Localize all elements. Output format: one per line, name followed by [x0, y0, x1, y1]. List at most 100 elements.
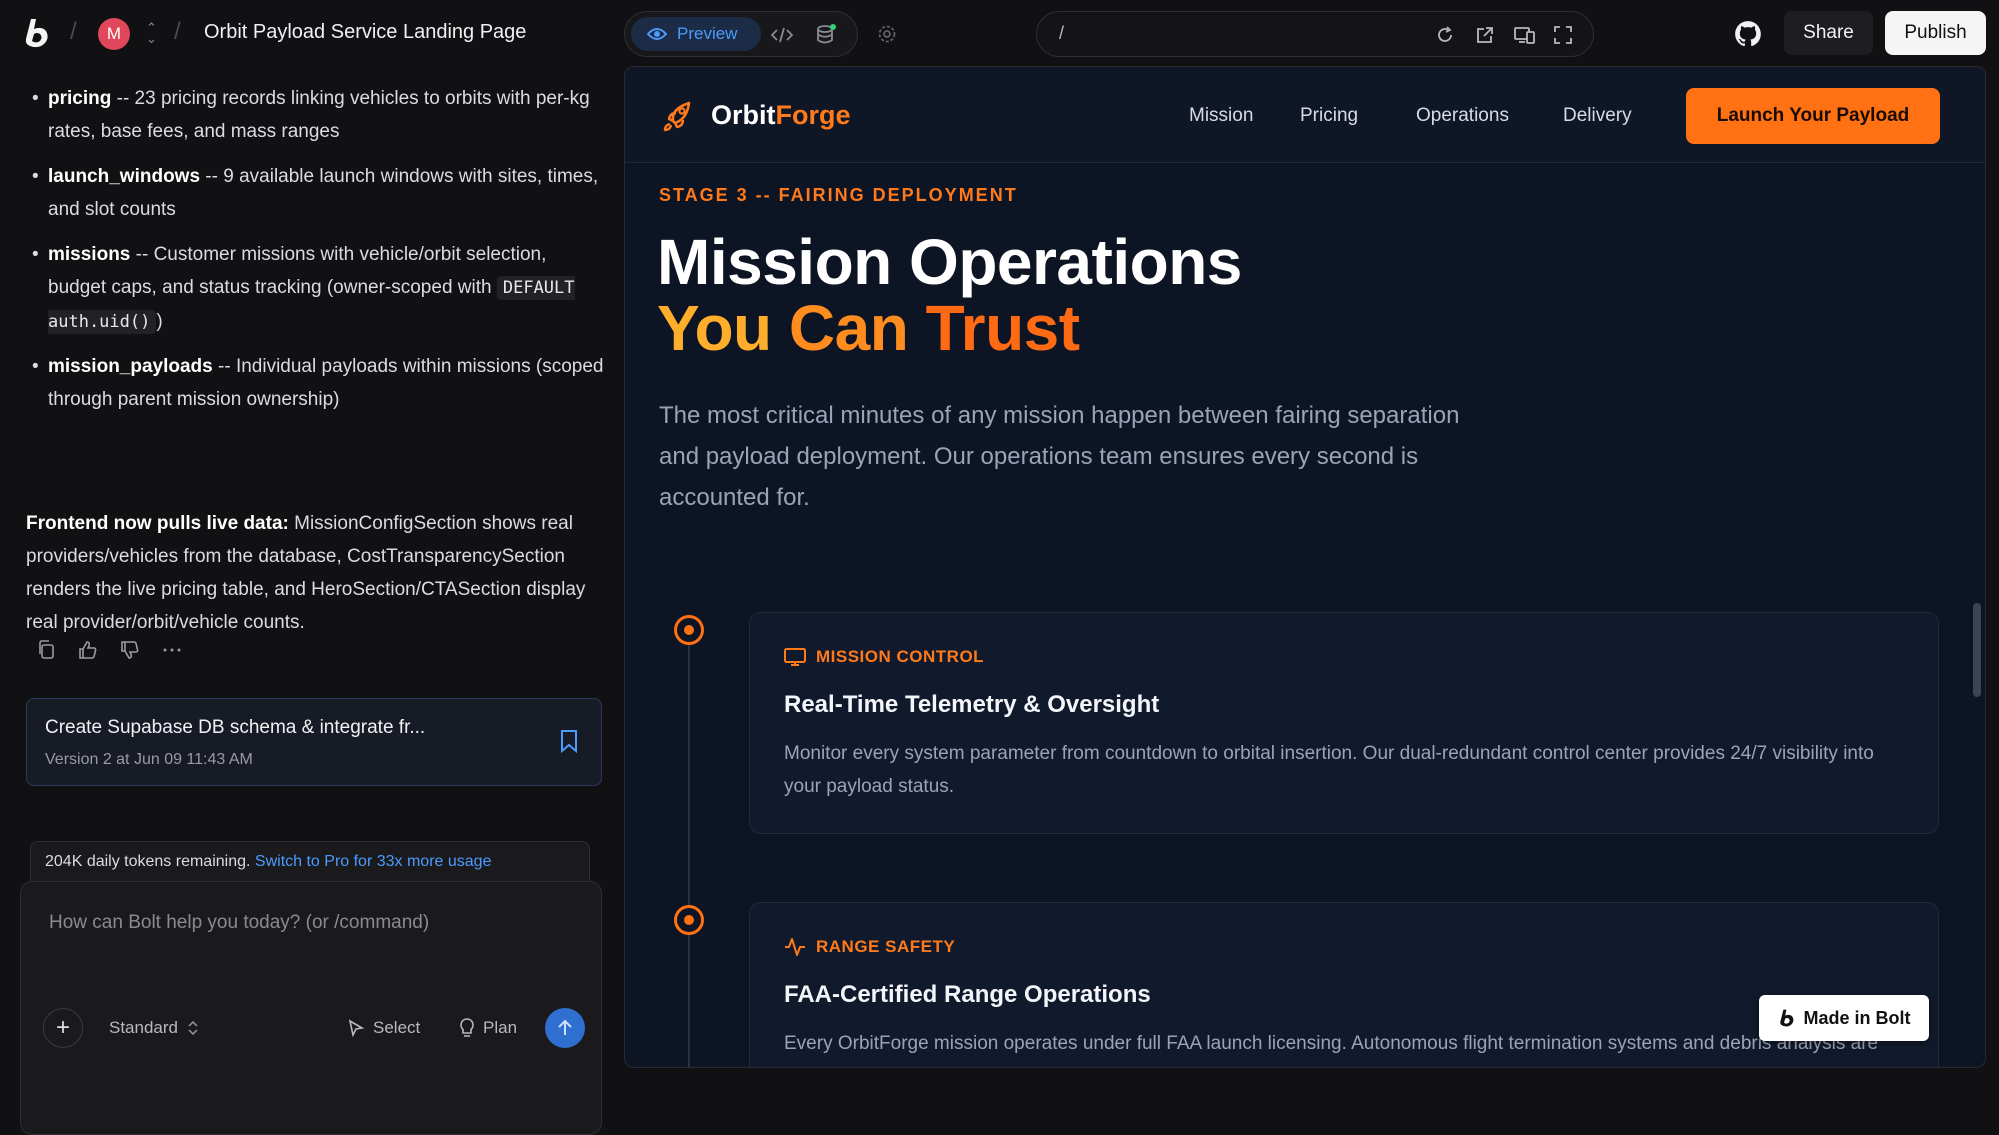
rocket-icon [663, 101, 691, 132]
timeline-line [688, 642, 690, 1067]
more-icon[interactable] [160, 638, 184, 662]
list-item: pricing -- 23 pricing records linking ve… [32, 82, 608, 148]
chevron-updown-icon [188, 1020, 198, 1036]
upgrade-link[interactable]: Switch to Pro for 33x more usage [255, 853, 492, 870]
list-item: mission_payloads -- Individual payloads … [32, 350, 608, 416]
hero-heading: Mission Operations [657, 226, 1242, 298]
card-tag-label: RANGE SAFETY [816, 937, 956, 956]
view-toggle-group: Preview [624, 11, 858, 57]
bookmark-icon[interactable] [559, 729, 579, 753]
url-path[interactable]: / [1059, 23, 1064, 44]
bullet-term: pricing [48, 88, 112, 109]
bolt-logo-icon[interactable] [22, 17, 52, 49]
tokens-remaining: 204K daily tokens remaining. [45, 853, 251, 870]
badge-label: Made in Bolt [1803, 1007, 1911, 1028]
avatar[interactable]: M [98, 18, 130, 50]
share-button[interactable]: Share [1784, 11, 1873, 55]
nav-link-delivery[interactable]: Delivery [1563, 105, 1632, 127]
brand-wordmark[interactable]: OrbitForge [711, 100, 851, 131]
arrow-up-icon [558, 1019, 572, 1035]
eye-icon [647, 28, 667, 40]
code-icon[interactable] [769, 22, 795, 48]
prompt-box: + Standard Select Plan [20, 881, 602, 1135]
bullet-text: ) [156, 311, 163, 332]
github-icon[interactable] [1734, 20, 1762, 48]
brand-part: Orbit [711, 100, 776, 130]
timeline-marker [674, 615, 704, 645]
card-tag: RANGE SAFETY [784, 937, 955, 957]
project-title[interactable]: Orbit Payload Service Landing Page [204, 21, 526, 44]
hero-subtitle: The most critical minutes of any mission… [659, 402, 1460, 511]
section-eyebrow: STAGE 3 -- FAIRING DEPLOYMENT [659, 185, 1018, 205]
card-text: Monitor every system parameter from coun… [784, 743, 1874, 797]
list-item: missions -- Customer missions with vehic… [32, 238, 608, 339]
scrollbar[interactable] [1973, 603, 1981, 697]
select-button-label: Select [373, 1018, 421, 1037]
thumbs-up-icon[interactable] [76, 638, 100, 662]
launch-payload-button[interactable]: Launch Your Payload [1686, 88, 1940, 144]
summary-paragraph: Frontend now pulls live data: MissionCon… [26, 507, 596, 639]
monitor-icon [784, 648, 806, 666]
chat-panel: pricing -- 23 pricing records linking ve… [0, 66, 614, 1135]
made-in-bolt-badge[interactable]: Made in Bolt [1759, 995, 1929, 1041]
preview-tab[interactable]: Preview [631, 17, 761, 51]
top-bar: / M ⌃ ⌄ / Orbit Payload Service Landing P… [0, 0, 1999, 66]
bullet-term: mission_payloads [48, 356, 213, 377]
plan-button[interactable]: Plan [459, 1018, 517, 1038]
database-icon[interactable] [813, 22, 839, 48]
bullet-term: missions [48, 244, 131, 265]
message-actions [34, 638, 184, 662]
preview-tab-label: Preview [677, 24, 738, 43]
card-tag: MISSION CONTROL [784, 647, 984, 667]
lightbulb-icon [460, 1018, 474, 1037]
nav-link-pricing[interactable]: Pricing [1300, 105, 1358, 127]
publish-button[interactable]: Publish [1885, 11, 1986, 55]
timeline-marker [674, 905, 704, 935]
bolt-logo-icon [1779, 1009, 1793, 1027]
list-item: launch_windows -- 9 available launch win… [32, 160, 608, 226]
thumbs-down-icon[interactable] [118, 638, 142, 662]
card-text: Every OrbitForge mission operates under … [784, 1033, 1879, 1067]
prompt-input[interactable] [49, 912, 569, 934]
select-button[interactable]: Select [347, 1018, 420, 1038]
feature-card-range-safety: RANGE SAFETY FAA-Certified Range Operati… [749, 902, 1939, 1067]
avatar-initial: M [106, 24, 122, 43]
summary-bold: Frontend now pulls live data: [26, 513, 289, 534]
cursor-icon [348, 1019, 365, 1037]
gear-icon[interactable] [874, 21, 900, 47]
brand-part: Forge [775, 100, 851, 130]
chevron-updown-icon[interactable]: ⌃ ⌄ [146, 21, 157, 45]
send-button[interactable] [545, 1008, 585, 1048]
bullet-text: -- 23 pricing records linking vehicles t… [48, 88, 590, 142]
url-bar[interactable]: / [1036, 11, 1594, 57]
nav-link-operations[interactable]: Operations [1416, 105, 1509, 127]
breadcrumb-separator: / [70, 18, 77, 45]
plan-button-label: Plan [483, 1018, 518, 1037]
add-attachment-button[interactable]: + [43, 1008, 83, 1048]
card-tag-label: MISSION CONTROL [816, 647, 985, 666]
external-link-icon[interactable] [1473, 23, 1497, 47]
version-card[interactable]: Create Supabase DB schema & integrate fr… [26, 698, 602, 786]
version-title: Create Supabase DB schema & integrate fr… [45, 717, 426, 738]
mode-select[interactable]: Standard [109, 1018, 198, 1038]
hero-word: You [657, 292, 772, 364]
copy-icon[interactable] [34, 638, 58, 662]
hero-heading-accent: You Can Trust [657, 291, 1080, 365]
breadcrumb-separator: / [174, 18, 181, 45]
token-usage-banner: 204K daily tokens remaining. Switch to P… [30, 841, 590, 881]
nav-link-mission[interactable]: Mission [1189, 105, 1253, 127]
responsive-devices-icon[interactable] [1513, 23, 1537, 47]
feature-card-mission-control: MISSION CONTROL Real-Time Telemetry & Ov… [749, 612, 1939, 834]
activity-icon [785, 938, 805, 956]
mode-select-label: Standard [109, 1018, 178, 1037]
card-title: FAA-Certified Range Operations [784, 981, 1151, 1008]
card-title: Real-Time Telemetry & Oversight [784, 691, 1160, 718]
fullscreen-icon[interactable] [1551, 23, 1575, 47]
version-timestamp: Version 2 at Jun 09 11:43 AM [45, 751, 253, 768]
hero-word: Trust [925, 292, 1080, 364]
bullet-term: launch_windows [48, 166, 201, 187]
preview-frame: OrbitForge Mission Pricing Operations De… [624, 66, 1986, 1068]
hero-word: Can [788, 292, 909, 364]
site-navbar: OrbitForge Mission Pricing Operations De… [625, 67, 1985, 163]
reload-icon[interactable] [1433, 23, 1457, 47]
